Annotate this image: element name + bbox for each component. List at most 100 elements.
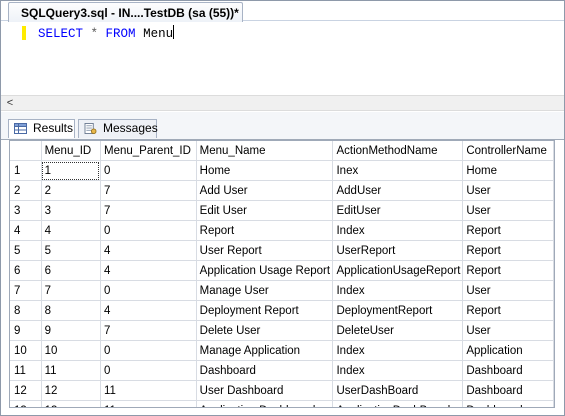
menu-parent-id-cell[interactable]: 0 [100, 340, 197, 361]
menu-id-cell[interactable]: 5 [41, 240, 101, 261]
menu-parent-id-cell[interactable]: 11 [100, 400, 197, 407]
controller-name-cell[interactable]: Report [462, 240, 554, 261]
menu-parent-id-cell[interactable]: 4 [100, 240, 197, 261]
action-method-name-cell[interactable]: UserReport [332, 240, 464, 261]
menu-name-cell[interactable]: Manage User [196, 280, 334, 301]
table-row[interactable]: 11 11 0 Dashboard Index Dashboard [10, 360, 554, 381]
menu-parent-id-cell[interactable]: 0 [100, 220, 197, 241]
menu-parent-id-cell[interactable]: 0 [100, 360, 197, 381]
row-number[interactable]: 7 [10, 280, 42, 301]
menu-name-cell[interactable]: Manage Application [196, 340, 334, 361]
table-row[interactable]: 10 10 0 Manage Application Index Application [10, 340, 554, 361]
table-row[interactable]: 7 7 0 Manage User Index User [10, 280, 554, 301]
controller-name-cell[interactable]: Report [462, 300, 554, 321]
controller-name-cell[interactable]: Report [462, 260, 554, 281]
controller-name-cell[interactable]: Home [462, 160, 554, 181]
menu-parent-id-cell[interactable]: 7 [100, 200, 197, 221]
controller-name-cell[interactable]: User [462, 280, 554, 301]
row-number[interactable]: 12 [10, 380, 42, 401]
controller-name-cell[interactable]: User [462, 320, 554, 341]
action-method-name-cell[interactable]: Index [332, 340, 464, 361]
table-row[interactable]: 12 12 11 User Dashboard UserDashBoard Dashboa… [10, 380, 554, 401]
menu-parent-id-cell[interactable]: 4 [100, 260, 197, 281]
menu-name-header[interactable]: Menu_Name [196, 141, 334, 161]
controller-name-cell[interactable]: Application [462, 340, 554, 361]
menu-id-cell[interactable]: 7 [41, 280, 101, 301]
row-number[interactable]: 3 [10, 200, 42, 221]
table-row[interactable]: 2 2 7 Add User AddUser User [10, 180, 554, 201]
row-number[interactable]: 1 [10, 160, 42, 181]
menu-id-cell[interactable]: 10 [41, 340, 101, 361]
table-row[interactable]: 1 1 0 Home Inex Home [10, 160, 554, 181]
row-number[interactable]: 5 [10, 240, 42, 261]
menu-parent-id-cell[interactable]: 11 [100, 380, 197, 401]
menu-parent-id-cell[interactable]: 4 [100, 300, 197, 321]
menu-id-cell[interactable]: 12 [41, 380, 101, 401]
menu-name-cell[interactable]: Application Dashboard [196, 400, 334, 407]
action-method-name-cell[interactable]: Index [332, 220, 464, 241]
menu-parent-id-cell[interactable]: 0 [100, 160, 197, 181]
scroll-left-arrow-icon[interactable]: < [4, 97, 16, 109]
tab-messages[interactable]: Messages [78, 119, 158, 138]
table-row[interactable]: 5 5 4 User Report UserReport Report [10, 240, 554, 261]
row-number[interactable]: 2 [10, 180, 42, 201]
controller-name-cell[interactable]: Dashboard [462, 380, 554, 401]
controller-name-cell[interactable]: User [462, 180, 554, 201]
menu-id-cell[interactable]: 4 [41, 220, 101, 241]
row-number[interactable]: 4 [10, 220, 42, 241]
action-method-name-cell[interactable]: AddUser [332, 180, 464, 201]
menu-id-cell[interactable]: 9 [41, 320, 101, 341]
horizontal-scrollbar[interactable] [1, 95, 564, 111]
table-row[interactable]: 8 8 4 Deployment Report DeploymentReport Repo… [10, 300, 554, 321]
menu-parent-id-cell[interactable]: 0 [100, 280, 197, 301]
tab-results[interactable]: Results [8, 119, 75, 138]
action-method-name-cell[interactable]: DeleteUser [332, 320, 464, 341]
table-row[interactable]: 6 6 4 Application Usage Report ApplicationUs… [10, 260, 554, 281]
menu-id-cell[interactable]: 8 [41, 300, 101, 321]
menu-name-cell[interactable]: User Report [196, 240, 334, 261]
controller-name-cell[interactable]: Dashboard [462, 360, 554, 381]
menu-name-cell[interactable]: Delete User [196, 320, 334, 341]
menu-name-cell[interactable]: Report [196, 220, 334, 241]
menu-name-cell[interactable]: Deployment Report [196, 300, 334, 321]
action-method-name-cell[interactable]: EditUser [332, 200, 464, 221]
controller-name-cell[interactable]: Report [462, 220, 554, 241]
row-number[interactable]: 6 [10, 260, 42, 281]
menu-parent-id-cell[interactable]: 7 [100, 180, 197, 201]
menu-name-cell[interactable]: Edit User [196, 200, 334, 221]
menu-parent-id-cell[interactable]: 7 [100, 320, 197, 341]
menu-id-cell[interactable]: 1 [41, 160, 101, 181]
action-method-name-cell[interactable]: UserDashBoard [332, 380, 464, 401]
menu-name-cell[interactable]: Add User [196, 180, 334, 201]
action-method-name-cell[interactable]: ApplicationDashBoard [332, 400, 464, 407]
row-number-header[interactable] [10, 141, 42, 161]
table-row[interactable]: 9 9 7 Delete User DeleteUser User [10, 320, 554, 341]
table-row[interactable]: 3 3 7 Edit User EditUser User [10, 200, 554, 221]
results-grid[interactable]: Menu_ID Menu_Parent_ID Menu_Name ActionMeth… [9, 140, 555, 408]
action-method-name-cell[interactable]: Inex [332, 160, 464, 181]
menu-id-cell[interactable]: 6 [41, 260, 101, 281]
menu-id-cell[interactable]: 2 [41, 180, 101, 201]
menu-id-cell[interactable]: 3 [41, 200, 101, 221]
action-method-name-cell[interactable]: ApplicationUsageReport [332, 260, 464, 281]
action-method-name-cell[interactable]: Index [332, 280, 464, 301]
row-number[interactable]: 10 [10, 340, 42, 361]
menu-id-cell[interactable]: 11 [41, 360, 101, 381]
action-method-name-header[interactable]: ActionMethodName [332, 141, 464, 161]
table-row[interactable]: 4 4 0 Report Index Report [10, 220, 554, 241]
menu-id-header[interactable]: Menu_ID [41, 141, 101, 161]
row-number[interactable]: 8 [10, 300, 42, 321]
menu-parent-id-header[interactable]: Menu_Parent_ID [100, 141, 197, 161]
document-tab[interactable]: SQLQuery3.sql - IN....TestDB (sa (55))* [8, 2, 243, 22]
row-number[interactable]: 9 [10, 320, 42, 341]
menu-name-cell[interactable]: Dashboard [196, 360, 334, 381]
row-number[interactable]: 13 [10, 400, 42, 407]
menu-id-cell[interactable]: 13 [41, 400, 101, 407]
controller-name-cell[interactable]: User [462, 200, 554, 221]
sql-text[interactable]: SELECT * FROM Menu [38, 25, 175, 42]
menu-name-cell[interactable]: Home [196, 160, 334, 181]
row-number[interactable]: 11 [10, 360, 42, 381]
table-row[interactable]: 131311Application DashboardApplicationDa… [10, 400, 554, 407]
controller-name-header[interactable]: ControllerName [462, 141, 554, 161]
action-method-name-cell[interactable]: DeploymentReport [332, 300, 464, 321]
